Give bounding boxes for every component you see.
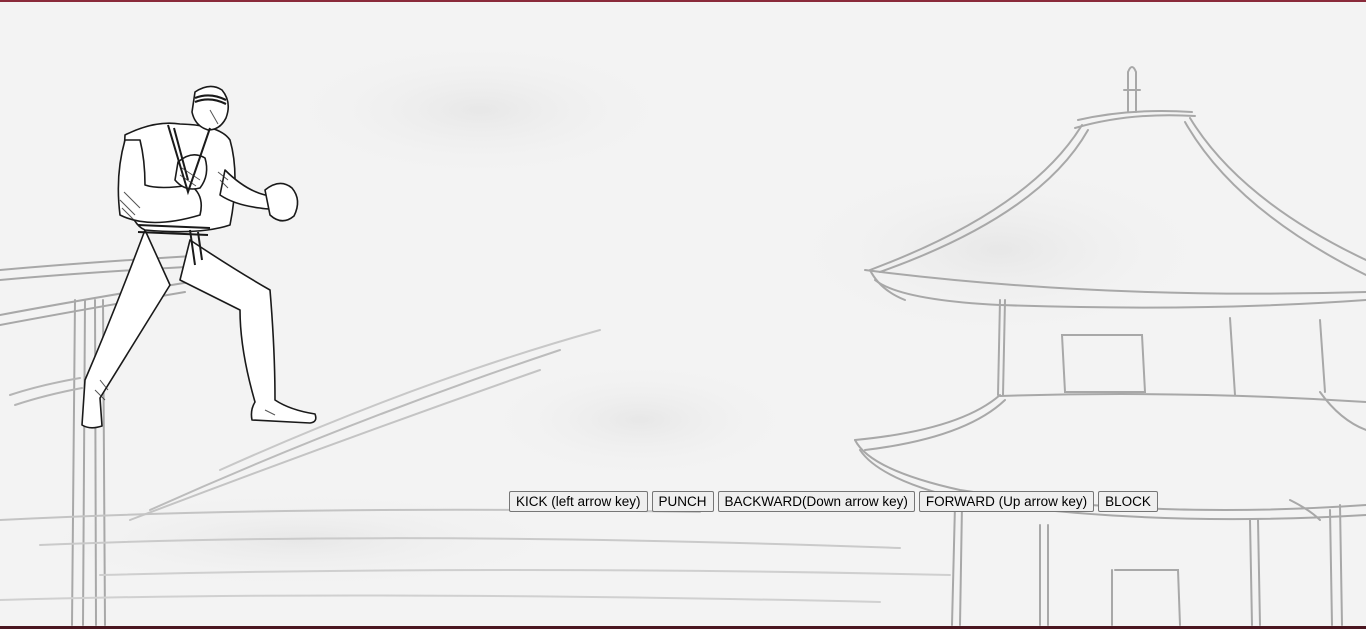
backward-button[interactable]: BACKWARD(Down arrow key) (717, 491, 915, 512)
control-buttons: KICK (left arrow key) PUNCH BACKWARD(Dow… (509, 491, 1158, 512)
game-stage: KICK (left arrow key) PUNCH BACKWARD(Dow… (0, 0, 1366, 629)
forward-button[interactable]: FORWARD (Up arrow key) (918, 491, 1095, 512)
block-button[interactable]: BLOCK (1098, 491, 1158, 512)
punch-button[interactable]: PUNCH (651, 491, 714, 512)
kick-button[interactable]: KICK (left arrow key) (509, 491, 648, 512)
karate-fighter-icon (81, 85, 317, 429)
